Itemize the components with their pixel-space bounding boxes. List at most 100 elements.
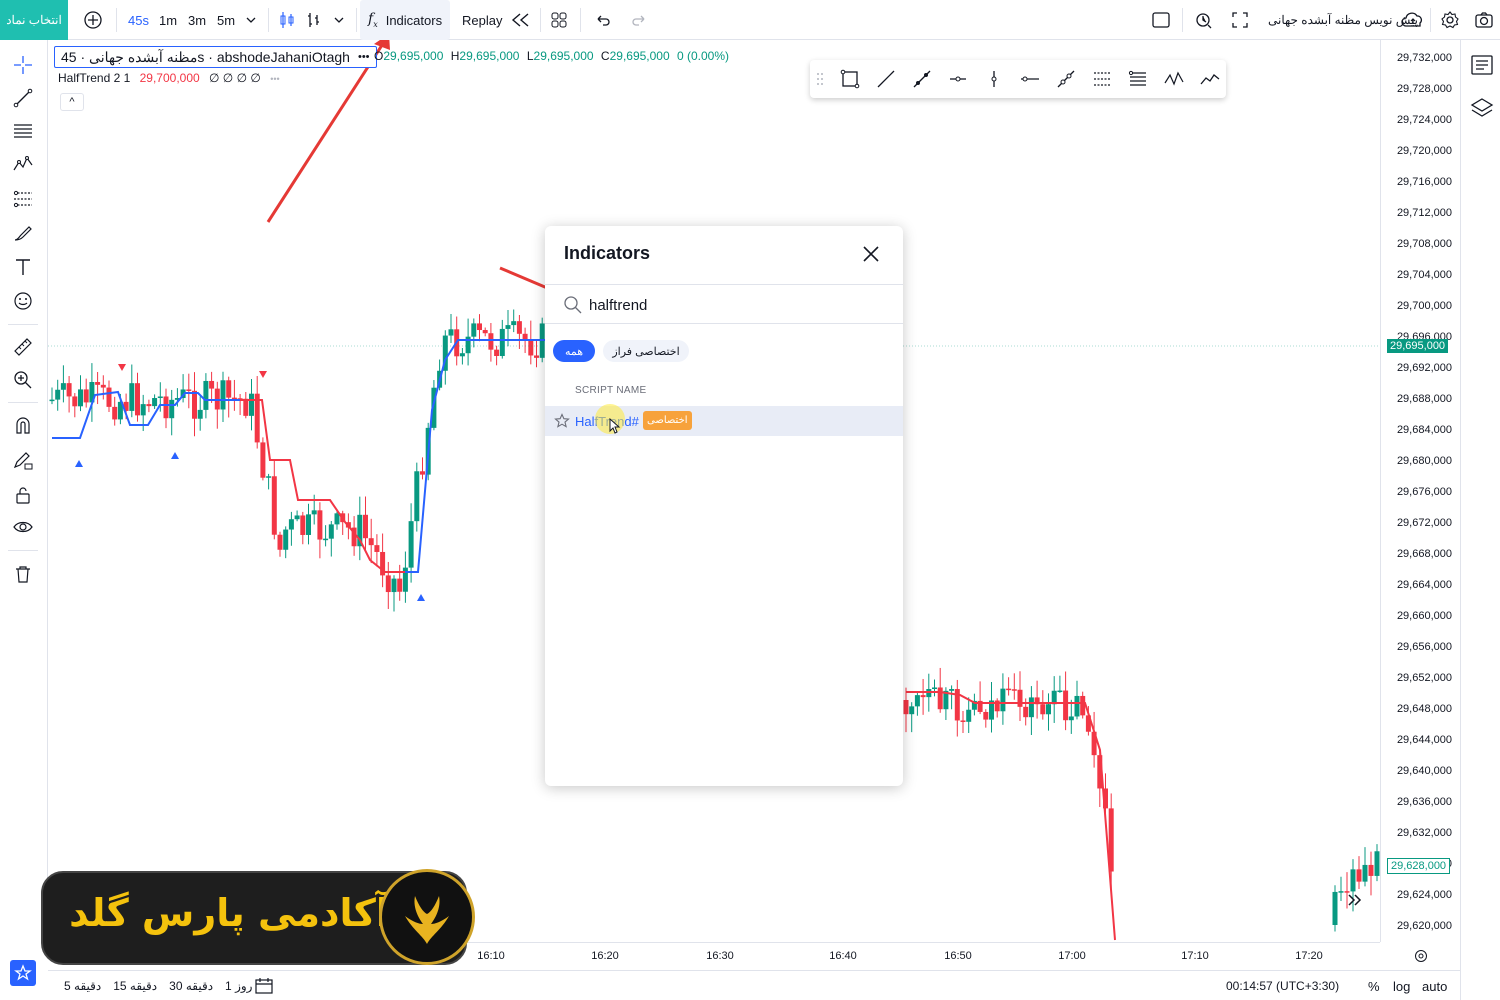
range-selector: روز 1 دقیقه 30 دقیقه 15 دقیقه 5 (64, 979, 252, 993)
candle-body (323, 538, 329, 541)
axis-settings-icon[interactable] (1414, 949, 1428, 968)
star-icon[interactable] (554, 413, 570, 434)
symbol-more[interactable]: ••• (358, 51, 370, 63)
undo-icon[interactable] (594, 0, 612, 40)
layout-name[interactable]: پیش نویس مظنه آبشده جهانی (1268, 0, 1418, 40)
candle-body (249, 393, 254, 416)
interval-45s[interactable]: 45s (128, 0, 149, 40)
indicator-search-input[interactable] (589, 294, 889, 316)
interval-5m[interactable]: 5m (217, 0, 235, 40)
bars-icon[interactable] (306, 0, 322, 40)
horizontal-line-icon[interactable] (1018, 67, 1042, 91)
candle-body (960, 720, 966, 722)
cloud-icon[interactable] (1400, 0, 1426, 40)
horizontal-ray-icon[interactable] (946, 67, 970, 91)
indicator-result-row[interactable]: HalfTrend# اختصاصی (545, 404, 903, 436)
trendline-icon[interactable] (10, 85, 36, 111)
crosshair-icon[interactable] (10, 52, 36, 78)
lock-icon[interactable] (10, 482, 36, 508)
clock[interactable]: 00:14:57 (UTC+3:30) (1226, 979, 1339, 993)
candle-body (300, 515, 306, 535)
ruler-icon[interactable] (10, 334, 36, 360)
price-label: 29,640,000 (1396, 765, 1452, 777)
indicator-more[interactable]: ••• (270, 74, 279, 84)
candle-body (163, 396, 169, 419)
zoom-icon[interactable] (10, 367, 36, 393)
auto-toggle[interactable]: auto (1422, 979, 1447, 994)
text-icon[interactable] (10, 254, 36, 280)
fib-lines-icon[interactable] (10, 118, 36, 144)
price-label: 29,652,000 (1396, 672, 1452, 684)
candle-body (1006, 688, 1012, 691)
chevron-down-icon[interactable] (245, 0, 257, 40)
candle-body (1000, 688, 1006, 712)
expand-icon[interactable] (1231, 0, 1249, 40)
camera-icon[interactable] (1474, 0, 1494, 40)
chevron-down-icon[interactable] (333, 0, 345, 40)
goto-date-icon[interactable] (254, 977, 274, 1000)
watchlist-icon[interactable] (1469, 52, 1495, 83)
vertical-line-icon[interactable] (982, 67, 1006, 91)
candle-body (459, 353, 465, 357)
candle-body (1063, 690, 1069, 721)
drag-handle-icon[interactable] (816, 72, 824, 86)
fullscreen-box-icon[interactable] (1151, 0, 1171, 40)
candle-body (60, 383, 66, 390)
xabcd-pattern-icon[interactable] (1162, 67, 1186, 91)
close-icon[interactable] (859, 242, 883, 266)
symbol-legend[interactable]: مظنه آبشده جهانی · 45s · abshodeJahaniOt… (54, 46, 377, 68)
interval-3m[interactable]: 3m (188, 0, 206, 40)
favorites-star-icon[interactable] (10, 960, 36, 986)
path-icon[interactable] (1198, 67, 1222, 91)
brush-icon[interactable] (10, 220, 36, 246)
scroll-right-icon[interactable] (1348, 894, 1362, 906)
layers-icon[interactable] (1469, 95, 1495, 126)
candle-body (926, 689, 932, 698)
price-axis[interactable]: 29,732,000 29,728,000 29,724,000 29,720,000… (1380, 40, 1460, 942)
trash-icon[interactable] (10, 561, 36, 587)
rectangle-icon[interactable] (838, 67, 862, 91)
candle-body (186, 389, 192, 391)
parallel-channel-icon[interactable] (1090, 67, 1114, 91)
candle-body (157, 396, 163, 399)
current-price-tag: 29,695,000 (1387, 339, 1449, 353)
log-toggle[interactable]: log (1393, 979, 1410, 994)
range-30m[interactable]: دقیقه 30 (169, 979, 213, 993)
compare-plus-icon[interactable] (82, 0, 104, 40)
layout-grid-icon[interactable] (550, 0, 568, 40)
replay-button[interactable]: Replay (462, 0, 532, 40)
alert-clock-icon[interactable] (1194, 0, 1214, 40)
candle-body (505, 325, 511, 329)
time-label: 17:00 (1058, 950, 1086, 962)
ray-icon[interactable] (910, 67, 934, 91)
range-1d[interactable]: روز 1 (225, 979, 252, 993)
indicator-legend[interactable]: HalfTrend 2 1 29,700,000 ∅ ∅ ∅ ∅ ••• (58, 71, 280, 85)
trendline-icon[interactable] (874, 67, 898, 91)
candle-body (966, 709, 972, 722)
emoji-icon[interactable] (10, 288, 36, 314)
fib-retracement-icon[interactable] (1126, 67, 1150, 91)
magnet-icon[interactable] (10, 413, 36, 439)
interval-1m[interactable]: 1m (159, 0, 177, 40)
settings-icon[interactable] (1440, 0, 1460, 40)
logo-text: آکادمی پارس گلد (69, 891, 389, 935)
range-15m[interactable]: دقیقه 15 (113, 979, 157, 993)
candle-body (66, 383, 72, 397)
symbol-search-button[interactable]: انتخاب نماد (0, 0, 68, 40)
filter-chip-all[interactable]: همه (553, 340, 595, 362)
percent-toggle[interactable]: % (1368, 979, 1380, 994)
indicators-button[interactable]: fx Indicators (360, 0, 451, 40)
eye-icon[interactable] (10, 514, 36, 540)
pattern-icon[interactable] (10, 151, 36, 177)
candles-icon[interactable] (278, 0, 296, 40)
redo-icon[interactable] (630, 0, 648, 40)
candle-body (1028, 697, 1034, 718)
legend-collapse-button[interactable]: ^ (60, 93, 84, 111)
candle-body (311, 510, 317, 515)
filter-chip-private[interactable]: اختصاصی فراز (603, 340, 689, 362)
ohlc-values: O29,695,000 H29,695,000 L29,695,000 C29,… (374, 49, 730, 63)
extended-line-icon[interactable] (1054, 67, 1078, 91)
pencil-lock-icon[interactable] (10, 448, 36, 474)
range-5m[interactable]: دقیقه 5 (64, 979, 101, 993)
gann-icon[interactable] (10, 186, 36, 212)
